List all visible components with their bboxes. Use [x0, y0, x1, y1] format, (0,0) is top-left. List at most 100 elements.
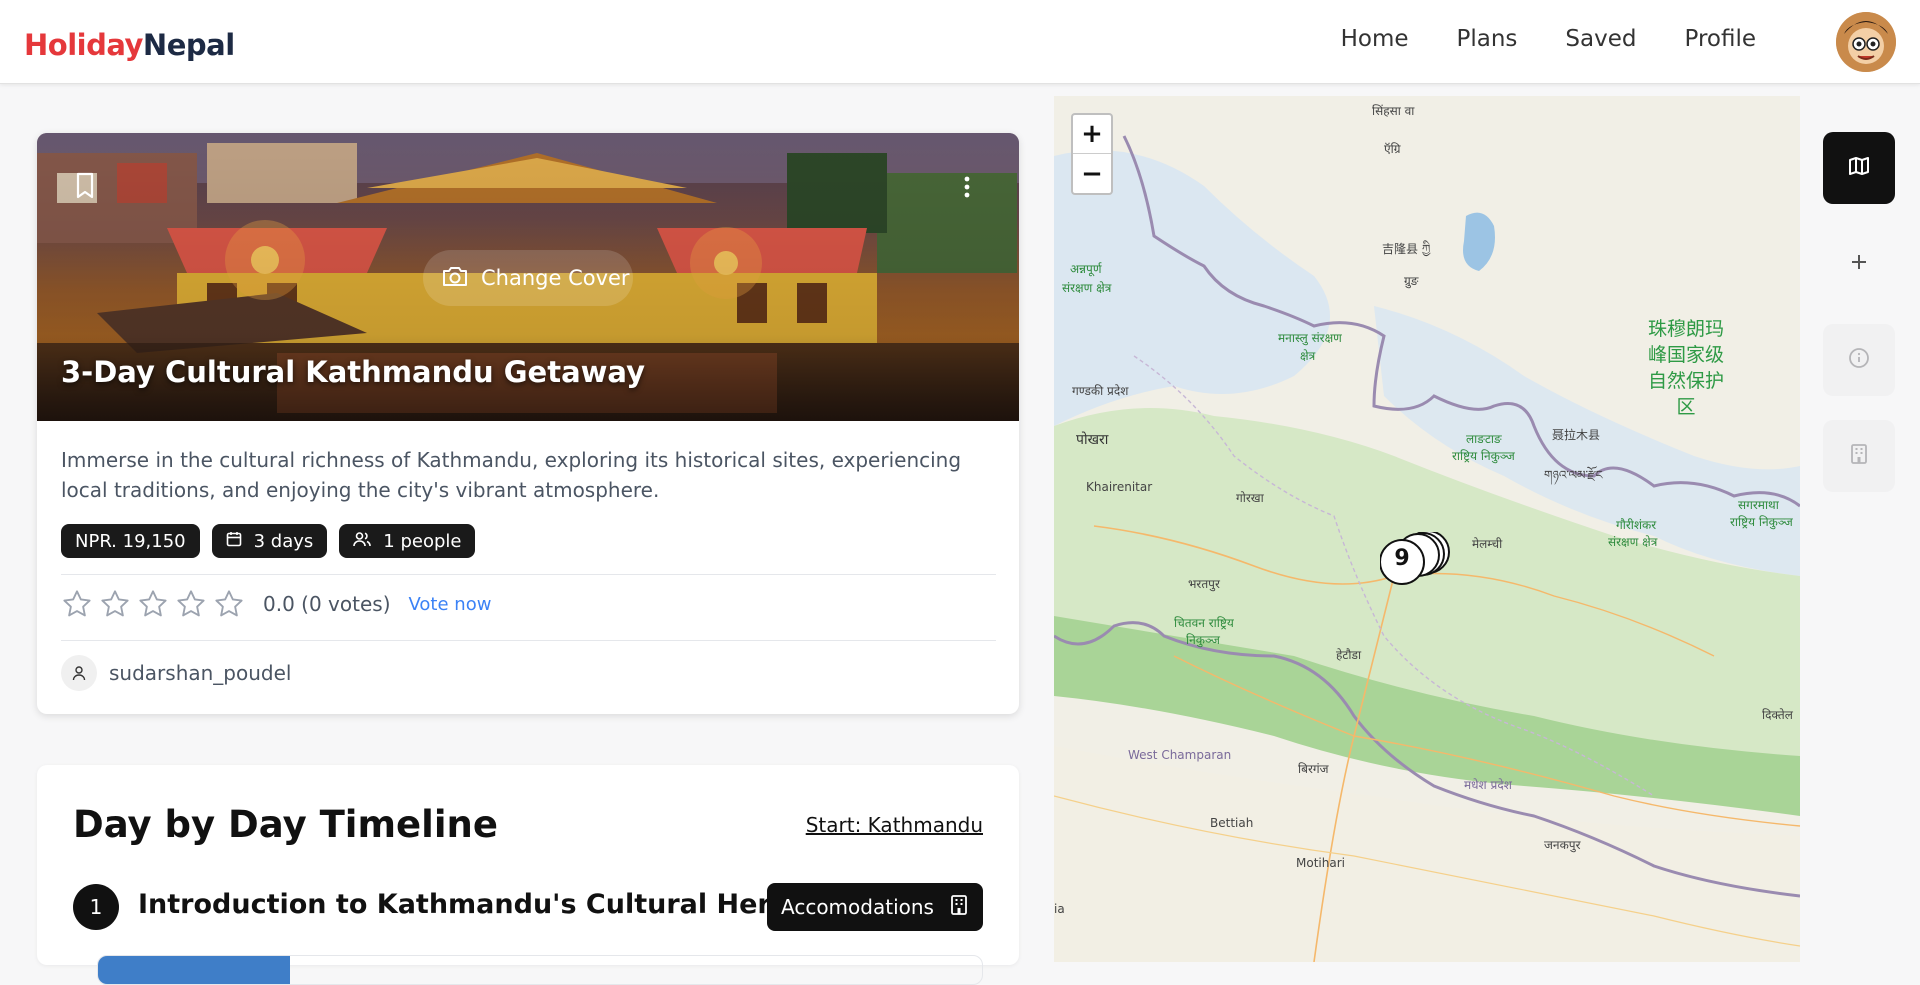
plus-icon	[1849, 252, 1869, 276]
zoom-out-button[interactable]: −	[1073, 154, 1111, 193]
zoom-in-button[interactable]: +	[1073, 115, 1111, 154]
user-avatar[interactable]	[1836, 12, 1896, 72]
start-location-link[interactable]: Start: Kathmandu	[806, 813, 983, 837]
map-label: मधेश प्रदेश	[1464, 778, 1512, 792]
map-label: གཉའ་ལམ་རྫོང	[1544, 468, 1603, 482]
map-label: गौरीशंकर	[1616, 518, 1657, 532]
top-header: HolidayNepal Home Plans Saved Profile	[0, 0, 1920, 84]
map-label: हेटौडा	[1336, 648, 1362, 662]
logo-nepal: Nepal	[142, 28, 235, 62]
map-label: बिरगंज	[1298, 762, 1329, 776]
plan-description: Immerse in the cultural richness of Kath…	[61, 448, 962, 502]
star-icon[interactable]	[175, 588, 207, 620]
activity-thumbnail	[98, 956, 290, 984]
logo[interactable]: HolidayNepal	[24, 28, 235, 62]
nav-home[interactable]: Home	[1341, 26, 1409, 52]
rating-score: 0.0 (0 votes)	[263, 592, 391, 616]
map-label: Bettiah	[1210, 816, 1254, 830]
bookmark-icon[interactable]	[73, 171, 97, 201]
nav-plans[interactable]: Plans	[1457, 26, 1518, 52]
map-label: 珠穆朗玛 峰国家级 自然保护 区	[1648, 316, 1724, 420]
map-label: गण्डकी प्रदेश	[1072, 384, 1129, 398]
map-label: अन्नपूर्ण	[1070, 262, 1102, 276]
calendar-icon	[226, 531, 242, 552]
star-icon[interactable]	[137, 588, 169, 620]
star-icon[interactable]	[61, 588, 93, 620]
author-name[interactable]: sudarshan_poudel	[109, 661, 291, 685]
map-label: ऍग्रि	[1384, 142, 1401, 156]
nav-profile[interactable]: Profile	[1684, 26, 1756, 52]
map-label: दिक्तेल	[1762, 708, 1793, 722]
map-label: ia	[1054, 902, 1065, 916]
user-icon	[61, 655, 97, 691]
accommodations-label: Accomodations	[781, 895, 934, 919]
map-label: 聂拉木县	[1552, 428, 1601, 442]
star-icon[interactable]	[213, 588, 245, 620]
cluster-count: 9	[1394, 546, 1410, 571]
map-label-line: 自然保护	[1648, 370, 1725, 392]
map-label: चितवन राष्ट्रिय	[1174, 616, 1234, 630]
map-label: जनकपुर	[1544, 838, 1581, 852]
map-label: Khairenitar	[1086, 480, 1153, 494]
people-badge: 1 people	[339, 524, 476, 558]
map-label: मनास्लु संरक्षण	[1278, 331, 1342, 345]
zoom-controls: + −	[1071, 113, 1113, 195]
map-label: मेलम्ची	[1472, 537, 1503, 551]
map-label: सिंहसा वा	[1372, 104, 1415, 118]
duration-text: 3 days	[253, 530, 314, 552]
duration-badge: 3 days	[211, 524, 328, 558]
day-number-badge: 1	[73, 884, 119, 930]
rating-row: 0.0 (0 votes) Vote now	[61, 588, 491, 620]
cover-image: Change Cover 3-Day Cultural Kathmandu Ge…	[37, 133, 1019, 421]
change-cover-label: Change Cover	[481, 266, 630, 290]
map-label: सगरमाथा	[1738, 498, 1779, 512]
plan-meta: NPR. 19,150 3 days 1 people	[61, 524, 476, 558]
map-label: राष्ट्रिय निकुञ्ज	[1452, 449, 1515, 463]
divider	[61, 574, 996, 575]
timeline-title: Day by Day Timeline	[73, 803, 498, 846]
users-icon	[353, 531, 372, 552]
map-icon	[1847, 154, 1871, 182]
map-label: निकुञ्ज	[1186, 633, 1220, 647]
camera-icon	[441, 264, 469, 293]
map-label: 吉隆县 ཀྱི	[1382, 242, 1431, 256]
nav-saved[interactable]: Saved	[1565, 26, 1636, 52]
info-button[interactable]	[1823, 324, 1895, 396]
map-label: संरक्षण क्षेत्र	[1608, 535, 1658, 549]
change-cover-button[interactable]: Change Cover	[423, 250, 633, 306]
vote-now-link[interactable]: Vote now	[409, 594, 492, 615]
map-label-line: 珠穆朗玛	[1648, 318, 1725, 340]
map-label: राष्ट्रिय निकुञ्ज	[1730, 515, 1793, 529]
map-label: लाङटाङ	[1466, 432, 1502, 446]
map-panel[interactable]: सिंहसा वा ऍग्रि 吉隆县 ཀྱི ग्रुङ अन्नपूर्ण …	[1054, 96, 1800, 962]
price-text: NPR. 19,150	[75, 530, 186, 552]
main-nav: Home Plans Saved Profile	[1341, 26, 1756, 52]
map-label: West Champaran	[1128, 748, 1232, 762]
day-title: Introduction to Kathmandu's Cultural Her…	[138, 889, 849, 920]
map-label: गोरखा	[1236, 491, 1264, 505]
map-label: क्षेत्र	[1300, 349, 1316, 363]
logo-holiday: Holiday	[24, 28, 143, 62]
map-label: Motihari	[1296, 856, 1345, 870]
map-label: पोखरा	[1076, 432, 1109, 448]
author-row: sudarshan_poudel	[61, 655, 291, 691]
day-activity-card[interactable]	[97, 955, 983, 985]
add-button[interactable]	[1823, 228, 1895, 300]
plan-card: Change Cover 3-Day Cultural Kathmandu Ge…	[37, 133, 1019, 714]
star-icon[interactable]	[99, 588, 131, 620]
price-badge: NPR. 19,150	[61, 524, 200, 558]
map-view-button[interactable]	[1823, 132, 1895, 204]
building-icon	[1849, 443, 1869, 469]
map-label-line: 峰国家级	[1648, 344, 1725, 366]
building-icon	[949, 894, 969, 921]
info-icon	[1848, 347, 1870, 373]
map-label: भरतपुर	[1188, 577, 1220, 591]
more-options-icon[interactable]	[962, 173, 972, 201]
map-tiles	[1054, 96, 1800, 962]
plan-title: 3-Day Cultural Kathmandu Getaway	[61, 355, 646, 389]
map-marker-cluster[interactable]: 9	[1380, 532, 1460, 592]
people-text: 1 people	[383, 530, 462, 552]
accommodations-side-button[interactable]	[1823, 420, 1895, 492]
divider	[61, 640, 996, 641]
accommodations-button[interactable]: Accomodations	[767, 883, 983, 931]
